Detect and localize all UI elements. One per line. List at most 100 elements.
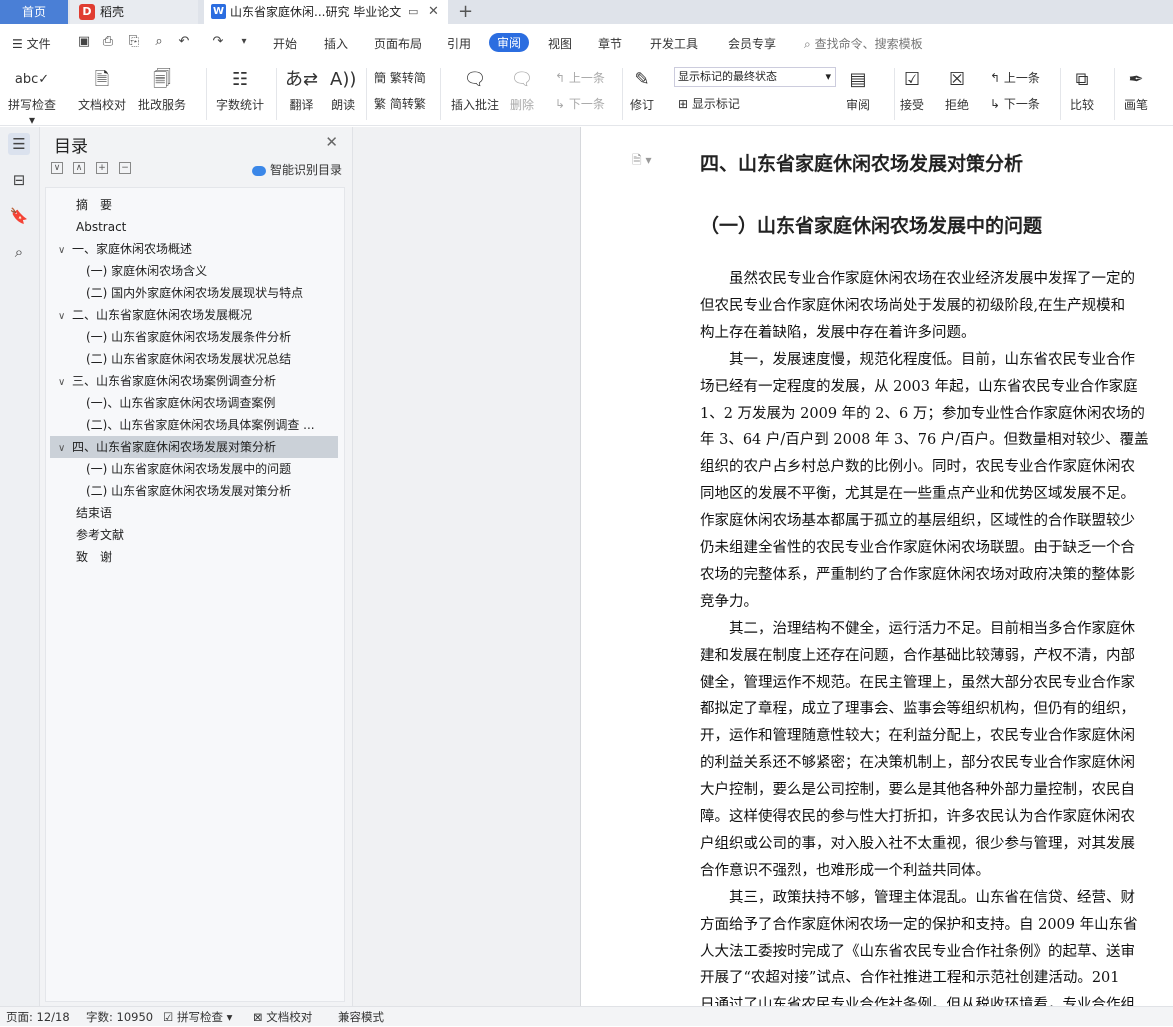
review-service-button[interactable]: 🗐 批改服务	[138, 66, 186, 113]
toc-panel-icon[interactable]: ☰	[8, 133, 30, 155]
revise-button[interactable]: ✎ 修订	[630, 66, 654, 113]
bookmark-icon[interactable]: 🔖	[8, 205, 30, 227]
save-icon[interactable]: ▣	[76, 34, 92, 50]
toc-item[interactable]: (一) 山东省家庭休闲农场发展中的问题	[50, 458, 338, 480]
export-pdf-icon[interactable]: ⎙	[100, 34, 116, 50]
tab-screen-icon[interactable]: ▭	[408, 0, 418, 24]
page-indicator[interactable]: 页面: 12/18	[6, 1007, 70, 1027]
expand-all-icon[interactable]: ∧	[73, 162, 85, 174]
menu-review[interactable]: 审阅	[489, 33, 530, 52]
review-pane-label: 审阅	[846, 98, 871, 112]
translate-button[interactable]: あ⇄ 翻译	[285, 66, 318, 113]
review-pane-button[interactable]: ▤ 审阅	[846, 66, 870, 113]
accept-button[interactable]: ☑ 接受	[900, 66, 924, 113]
menu-developer[interactable]: 开发工具	[650, 35, 698, 52]
toc-item[interactable]: ∨ 二、山东省家庭休闲农场发展概况	[50, 304, 338, 326]
markup-display-select[interactable]: 显示标记的最终状态 ▾	[674, 67, 836, 87]
menu-reference[interactable]: 引用	[447, 35, 471, 52]
chevron-down-icon[interactable]: ∨	[58, 372, 72, 392]
document-page[interactable]: 🗎 ▾ 四、山东省家庭休闲农场发展对策分析 （一）山东省家庭休闲农场发展中的问题…	[582, 127, 1173, 1006]
toc-item-label: (一) 山东省家庭休闲农场发展中的问题	[86, 462, 292, 476]
add-heading-icon[interactable]: +	[96, 162, 108, 174]
delete-comment-button[interactable]: 🗨 删除	[510, 66, 534, 113]
toc-item[interactable]: 参考文献	[50, 524, 338, 546]
word-count-button[interactable]: ☷ 字数统计	[216, 66, 264, 113]
undo-icon[interactable]: ↶	[176, 34, 192, 50]
spell-check-button[interactable]: abc✓ 拼写检查 ▾	[8, 66, 56, 127]
remove-heading-icon[interactable]: −	[119, 162, 131, 174]
prev-change-button[interactable]: ↰ 上一条	[990, 69, 1040, 86]
toc-item[interactable]: (一)、山东省家庭休闲农场调查案例	[50, 392, 338, 414]
home-tab[interactable]: 首页	[0, 0, 68, 24]
menu-page-layout[interactable]: 页面布局	[374, 35, 422, 52]
toc-item[interactable]: Abstract	[50, 216, 338, 238]
new-tab-icon[interactable]: +	[458, 0, 473, 24]
structure-icon[interactable]: ⊟	[8, 169, 30, 191]
proofread-status-label: 文档校对	[266, 1010, 313, 1024]
writer-logo-icon: W	[211, 4, 226, 19]
page-gutter	[353, 127, 581, 1006]
quick-access-more-icon[interactable]: ▾	[236, 34, 252, 50]
pen-button[interactable]: ✒ 画笔	[1124, 66, 1148, 113]
toc-item[interactable]: 致 谢	[50, 546, 338, 568]
document-nav-icon[interactable]: 🗎 ▾	[632, 151, 652, 172]
spell-check-icon: abc✓	[14, 72, 50, 87]
toc-item-label: 结束语	[76, 506, 113, 520]
toc-item[interactable]: (二) 山东省家庭休闲农场发展对策分析	[50, 480, 338, 502]
proofread-button[interactable]: 🗎 文档校对	[78, 66, 126, 113]
command-search[interactable]: ⌕ 查找命令、搜索模板	[804, 35, 923, 52]
toc-item[interactable]: (二)、山东省家庭休闲农场具体案例调查 ...	[50, 414, 338, 436]
word-count-indicator[interactable]: 字数: 10950	[86, 1007, 153, 1027]
menu-start[interactable]: 开始	[273, 35, 297, 52]
insert-comment-button[interactable]: 🗨 插入批注	[451, 66, 499, 113]
spell-check-toggle[interactable]: ☑ 拼写检查 ▾	[163, 1007, 232, 1027]
insert-comment-label: 插入批注	[451, 98, 500, 112]
paragraph-line: 人大法工委按时完成了《山东省农民专业合作社条例》的起草、送审	[700, 943, 1135, 960]
trad-to-simp-button[interactable]: 簡 繁转简	[374, 69, 426, 86]
chevron-down-icon[interactable]: ∨	[58, 306, 72, 326]
close-icon[interactable]: ✕	[325, 133, 338, 151]
paragraph-line: 竞争力。	[700, 593, 758, 610]
toc-item[interactable]: (一) 山东省家庭休闲农场发展条件分析	[50, 326, 338, 348]
proofread-label: 文档校对	[78, 98, 127, 112]
smart-toc-button[interactable]: 智能识别目录	[251, 161, 342, 178]
print-icon[interactable]: ⎘	[126, 34, 142, 50]
menu-member[interactable]: 会员专享	[728, 35, 776, 52]
menu-view[interactable]: 视图	[548, 35, 572, 52]
paragraph-line: 场已经有一定程度的发展，从 2003 年起，山东省农民专业合作家庭	[700, 378, 1138, 395]
simp-to-trad-button[interactable]: 繁 简转繁	[374, 95, 426, 112]
pen-icon: ✒	[1128, 69, 1144, 90]
toc-item[interactable]: (二) 山东省家庭休闲农场发展状况总结	[50, 348, 338, 370]
toc-item[interactable]: (二) 国内外家庭休闲农场发展现状与特点	[50, 282, 338, 304]
tab-close-icon[interactable]: ✕	[428, 0, 439, 24]
collapse-all-icon[interactable]: ∨	[51, 162, 63, 174]
menu-chapter[interactable]: 章节	[598, 35, 622, 52]
toc-item[interactable]: ∨ 一、家庭休闲农场概述	[50, 238, 338, 260]
search-icon[interactable]: ⌕	[8, 241, 30, 263]
print-preview-icon[interactable]: ⌕	[151, 34, 167, 50]
toc-item-label: 摘 要	[76, 198, 113, 212]
toc-item-label: (二) 山东省家庭休闲农场发展对策分析	[86, 484, 292, 498]
redo-icon[interactable]: ↷	[210, 34, 226, 50]
reject-button[interactable]: ☒ 拒绝	[945, 66, 969, 113]
chevron-down-icon[interactable]: ∨	[58, 438, 72, 458]
compare-button[interactable]: ⧉ 比较	[1070, 66, 1094, 113]
toc-item[interactable]: ∨ 三、山东省家庭休闲农场案例调查分析	[50, 370, 338, 392]
daoke-tab[interactable]: D 稻壳	[70, 0, 198, 24]
next-change-button[interactable]: ↳ 下一条	[990, 95, 1040, 112]
toc-item[interactable]: 摘 要	[50, 194, 338, 216]
show-markup-button[interactable]: ⊞ 显示标记	[678, 95, 740, 112]
simp-to-trad-label: 简转繁	[389, 97, 426, 111]
prev-comment-button[interactable]: ↰ 上一条	[555, 69, 605, 86]
toc-item[interactable]: 结束语	[50, 502, 338, 524]
file-menu[interactable]: ☰ 文件	[12, 35, 51, 52]
chevron-down-icon[interactable]: ∨	[58, 240, 72, 260]
proofread-status[interactable]: ⊠ 文档校对	[253, 1007, 312, 1027]
menu-insert[interactable]: 插入	[324, 35, 348, 52]
document-tab[interactable]: W 山东省家庭休闲...研究 毕业论文 ▭ ✕	[204, 0, 448, 24]
revise-label: 修订	[630, 98, 655, 112]
next-comment-button[interactable]: ↳ 下一条	[555, 95, 605, 112]
read-aloud-button[interactable]: A)) 朗读	[330, 66, 356, 113]
toc-item[interactable]: (一) 家庭休闲农场含义	[50, 260, 338, 282]
toc-item[interactable]: ∨ 四、山东省家庭休闲农场发展对策分析	[50, 436, 338, 458]
